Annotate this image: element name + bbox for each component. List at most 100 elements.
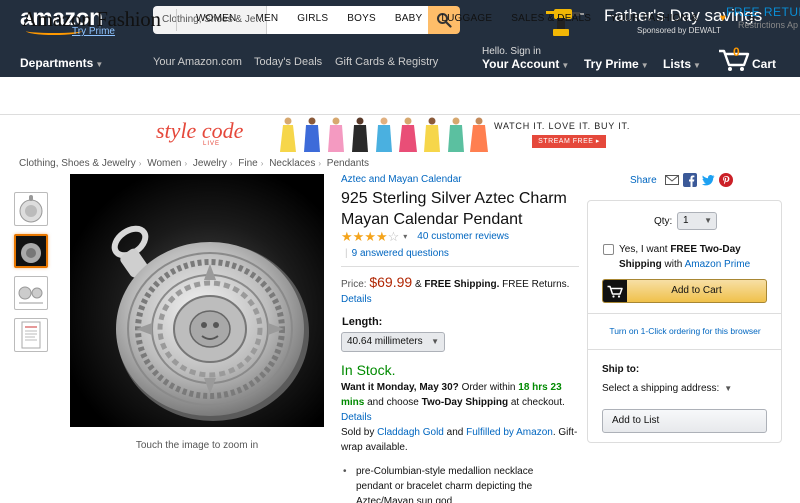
with-text: with — [661, 259, 685, 270]
chevron-right-icon: › — [184, 159, 188, 168]
try-prime-menu[interactable]: Try Prime ▼ — [584, 57, 649, 71]
free-shipping-prefix: & — [414, 279, 425, 290]
cart-icon-box — [603, 280, 627, 302]
length-dropdown[interactable]: 40.64 millimeters ▼ — [341, 332, 445, 352]
buybox-divider — [588, 349, 781, 350]
chevron-right-icon: › — [138, 159, 142, 168]
feature-bullets: • pre-Columbian-style medallion necklace… — [343, 464, 568, 503]
section-divider — [341, 266, 579, 267]
free-returns-link[interactable]: FREE RETURN — [726, 5, 800, 19]
customer-reviews-link[interactable]: 40 customer reviews — [417, 231, 509, 242]
breadcrumb-pendants[interactable]: Pendants — [327, 158, 369, 169]
star-filled-icon[interactable]: ★ — [353, 230, 365, 243]
breadcrumb-fine[interactable]: Fine — [238, 158, 257, 169]
gift-cards-link[interactable]: Gift Cards & Registry — [335, 56, 438, 68]
style-code-live: LIVE — [203, 141, 221, 147]
chevron-down-icon: ▼ — [95, 60, 104, 69]
main-product-image[interactable] — [70, 174, 324, 427]
seller-link[interactable]: Claddagh Gold — [377, 427, 444, 438]
order-within-text: Order within — [458, 382, 519, 393]
cart-label[interactable]: Cart — [752, 57, 776, 71]
chevron-down-icon: ▼ — [704, 216, 712, 225]
yes-i-want-text: Yes, I want — [619, 244, 671, 255]
price-details-link[interactable]: Details — [341, 294, 372, 305]
delivery-info: Want it Monday, May 30? Order within 18 … — [341, 380, 579, 455]
share-link[interactable]: Share — [630, 175, 657, 186]
chevron-down-icon[interactable]: ▾ — [403, 232, 407, 241]
fashion-nav-links: WOMEN MEN GIRLS BOYS BABY LUGGAGE SALES … — [196, 13, 774, 24]
star-filled-icon[interactable]: ★ — [364, 230, 376, 243]
thumbnail-2-selected[interactable] — [14, 234, 48, 268]
pinterest-icon[interactable] — [718, 173, 733, 187]
amazon-prime-link[interactable]: Amazon Prime — [685, 259, 751, 270]
brand-link[interactable]: Aztec and Mayan Calendar — [341, 174, 462, 185]
promo-sponsor: Sponsored by DEWALT — [637, 26, 722, 35]
stream-free-button[interactable]: STREAM FREE ▸ — [532, 135, 606, 148]
buy-box — [587, 200, 782, 443]
account-menu[interactable]: Hello. Sign in Your Account ▼ — [482, 46, 569, 71]
your-amazon-link[interactable]: Your Amazon.com — [153, 56, 242, 68]
add-to-cart-button[interactable]: Add to Cart — [602, 279, 767, 303]
try-prime-label: Try Prime — [584, 57, 639, 71]
bullet-icon: • — [343, 466, 347, 477]
twitter-icon[interactable] — [701, 173, 715, 187]
feature-bullet-1: pre-Columbian-style medallion necklace p… — [356, 466, 534, 503]
add-to-list-button[interactable]: Add to List — [602, 409, 767, 433]
zoom-hint: Touch the image to zoom in — [135, 440, 259, 451]
star-filled-icon[interactable]: ★ — [341, 230, 353, 243]
and-text: and — [443, 427, 467, 438]
breadcrumb-necklaces[interactable]: Necklaces — [269, 158, 315, 169]
delivery-details-link[interactable]: Details — [341, 412, 372, 423]
product-title: 925 Sterling Silver Aztec Charm Mayan Ca… — [341, 190, 567, 228]
hello-sign-in: Hello. Sign in — [482, 46, 541, 57]
star-filled-icon[interactable]: ★ — [376, 230, 388, 243]
facebook-icon[interactable] — [682, 173, 697, 187]
fashion-nav-sales-deals[interactable]: SALES & DEALS — [511, 13, 591, 24]
fashion-nav-women[interactable]: WOMEN — [196, 13, 236, 24]
your-account-label: Your Account — [482, 57, 560, 71]
sold-by-text: Sold by — [341, 427, 378, 438]
amazon-fashion-logo[interactable]: Amazon Fashion — [22, 7, 161, 32]
breadcrumb-jewelry[interactable]: Jewelry — [193, 158, 227, 169]
lists-menu[interactable]: Lists ▼ — [663, 57, 701, 71]
your-fashion-label: YOUR FASHION & — [610, 13, 701, 24]
pendant-size-thumbnail-image — [18, 286, 43, 304]
two-day-shipping-option: Yes, I want FREE Two-Day Shipping with A… — [603, 242, 778, 272]
thumbnail-3[interactable] — [14, 276, 48, 310]
chevron-right-icon: › — [260, 159, 264, 168]
chevron-down-icon: ▼ — [693, 61, 701, 70]
add-to-cart-label: Add to Cart — [671, 285, 722, 296]
breadcrumb-clothing[interactable]: Clothing, Shoes & Jewelry — [19, 158, 136, 169]
thumbnail-1[interactable] — [14, 192, 48, 226]
fashion-nav-boys[interactable]: BOYS — [347, 13, 376, 24]
email-icon[interactable] — [664, 173, 679, 187]
ship-to-label: Ship to: — [602, 364, 640, 375]
cart-icon — [607, 285, 623, 298]
todays-deals-link[interactable]: Today's Deals — [254, 56, 322, 68]
quantity-label: Qty: — [654, 216, 673, 227]
chevron-right-icon: › — [318, 159, 321, 168]
one-click-ordering-link[interactable]: Turn on 1-Click ordering for this browse… — [588, 326, 782, 336]
restrictions-text: Restrictions Ap — [738, 20, 799, 30]
breadcrumb-women[interactable]: Women — [147, 158, 181, 169]
fashion-nav-baby[interactable]: BABY — [395, 13, 422, 24]
shipping-address-dropdown[interactable]: Select a shipping address: ▼ — [602, 383, 732, 394]
star-empty-icon[interactable]: ☆ — [388, 230, 400, 243]
buybox-divider — [588, 313, 781, 314]
length-label: Length: — [342, 316, 383, 328]
pendant-thumbnail-image — [16, 236, 46, 266]
two-day-shipping-checkbox[interactable] — [603, 244, 614, 255]
departments-menu[interactable]: Departments ▼ — [20, 56, 103, 70]
breadcrumb: Clothing, Shoes & Jewelry › Women › Jewelr… — [19, 158, 369, 169]
fulfilled-by-amazon-link[interactable]: Fulfilled by Amazon — [466, 427, 553, 438]
style-code-logo: style code — [156, 118, 244, 143]
fashion-nav-luggage[interactable]: LUGGAGE — [441, 13, 492, 24]
price-value: $69.99 — [369, 274, 413, 290]
fashion-nav-men[interactable]: MEN — [255, 13, 278, 24]
style-code-banner[interactable]: style code LIVE WATCH IT. LOVE IT. BUY I… — [150, 116, 650, 152]
fashion-nav-girls[interactable]: GIRLS — [297, 13, 328, 24]
aztec-calendar-pendant-image — [70, 174, 324, 427]
thumbnail-4[interactable] — [14, 318, 48, 352]
quantity-dropdown[interactable]: 1 ▼ — [677, 212, 717, 230]
answered-questions-link[interactable]: 9 answered questions — [352, 248, 449, 259]
